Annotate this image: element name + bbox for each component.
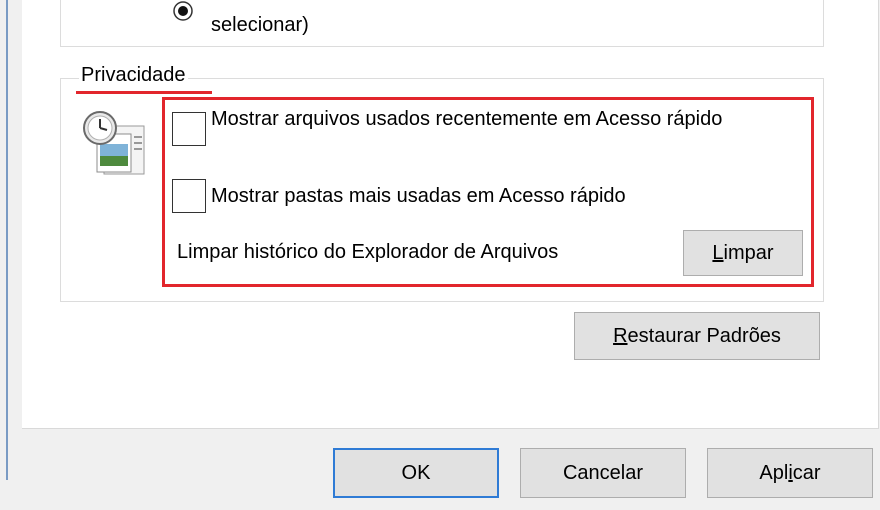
previous-option-text: selecionar) [211, 14, 309, 36]
ok-button[interactable]: OK [333, 448, 499, 498]
apply-before: Apl [759, 462, 789, 484]
radio-button-selected[interactable] [172, 0, 194, 22]
window-left-border [6, 0, 8, 480]
clear-history-button[interactable]: Limpar [683, 230, 803, 276]
privacy-legend: Privacidade [79, 64, 188, 87]
restore-button-mnemonic: R [613, 325, 628, 347]
cancel-button[interactable]: Cancelar [520, 448, 686, 498]
show-frequent-folders-label[interactable]: Mostrar pastas mais usadas em Acesso ráp… [211, 183, 626, 209]
restore-defaults-button[interactable]: Restaurar Padrões [574, 312, 820, 360]
clear-button-rest: impar [723, 242, 774, 264]
show-recent-files-checkbox[interactable] [172, 112, 206, 146]
show-recent-files-label[interactable]: Mostrar arquivos usados recentemente em … [211, 106, 791, 132]
apply-button[interactable]: Aplicar [707, 448, 873, 498]
show-frequent-folders-checkbox[interactable] [172, 179, 206, 213]
restore-button-rest: estaurar Padrões [627, 325, 781, 347]
apply-after: car [792, 462, 821, 484]
history-clock-icon [82, 108, 154, 180]
clear-history-label: Limpar histórico do Explorador de Arquiv… [177, 241, 559, 263]
clear-button-mnemonic: L [712, 242, 724, 264]
privacy-legend-underline [76, 91, 212, 94]
